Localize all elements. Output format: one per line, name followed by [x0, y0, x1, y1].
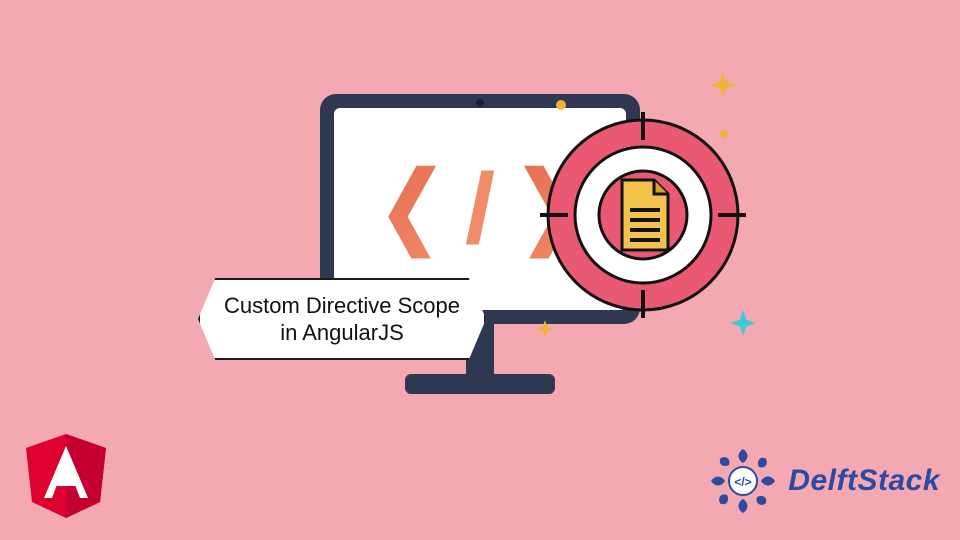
- brand-block: </> DelftStack: [708, 446, 940, 516]
- svg-text:</>: </>: [735, 475, 752, 489]
- angle-left-icon: ❬: [367, 160, 459, 259]
- dot-icon: [556, 100, 566, 110]
- sparkle-icon: [710, 72, 736, 98]
- title-line-1: Custom Directive Scope: [224, 292, 460, 320]
- delftstack-logo-icon: </>: [708, 446, 778, 516]
- document-icon: [622, 180, 668, 250]
- angular-logo-icon: [26, 434, 106, 518]
- slash-icon: /: [465, 160, 496, 259]
- sparkle-icon: [536, 320, 554, 338]
- brand-name: DelftStack: [788, 464, 940, 498]
- monitor-base: [405, 374, 555, 394]
- target-document-icon: [538, 110, 748, 320]
- title-plate: Custom Directive Scope in AngularJS: [198, 278, 486, 360]
- camera-dot-icon: [476, 99, 484, 107]
- title-line-2: in AngularJS: [224, 319, 460, 347]
